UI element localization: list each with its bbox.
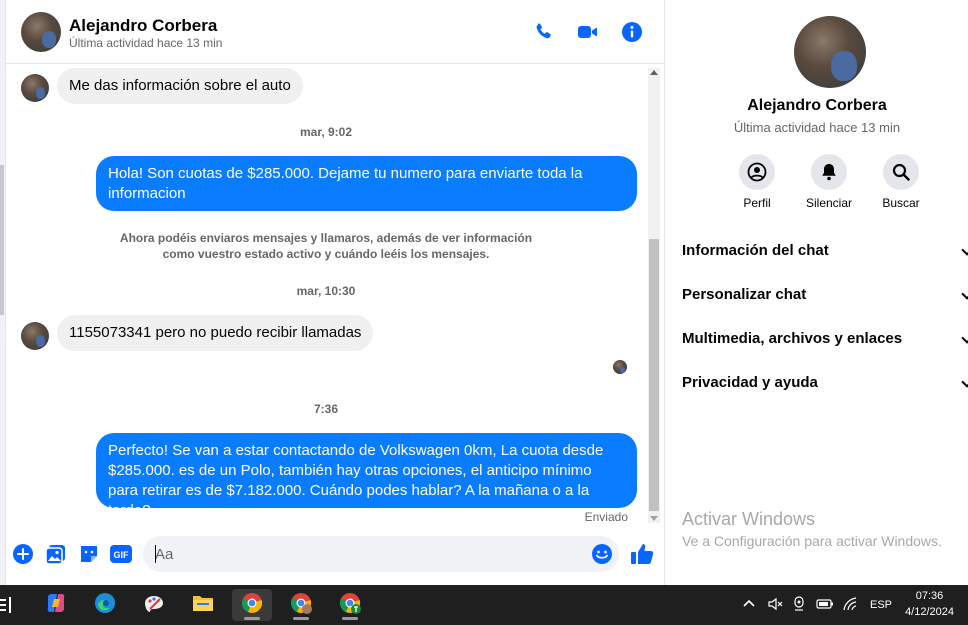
message-scrollbar[interactable] bbox=[648, 68, 660, 523]
video-call-icon[interactable] bbox=[576, 20, 600, 44]
chat-header: Alejandro Corbera Última actividad hace … bbox=[6, 0, 664, 64]
timestamp: mar, 9:02 bbox=[299, 125, 353, 139]
info-contact-name: Alejandro Corbera bbox=[747, 97, 887, 114]
folder-icon bbox=[191, 591, 215, 620]
section-customize-chat-label: Personalizar chat bbox=[682, 286, 807, 303]
clock-date: 4/12/2024 bbox=[905, 606, 954, 618]
sender-avatar[interactable] bbox=[21, 74, 49, 102]
like-icon[interactable] bbox=[629, 542, 655, 566]
chat-pane: Alejandro Corbera Última actividad hace … bbox=[6, 0, 664, 585]
chrome-icon bbox=[240, 591, 264, 620]
photo-icon[interactable] bbox=[45, 543, 67, 565]
message-input[interactable] bbox=[155, 536, 575, 572]
taskbar: ESP 07:36 4/12/2024 bbox=[0, 585, 968, 625]
text-caret bbox=[155, 545, 156, 563]
chrome-t-profile-icon bbox=[338, 591, 362, 620]
scroll-up-arrow-icon[interactable] bbox=[650, 70, 658, 75]
composer: GIF bbox=[6, 527, 664, 585]
taskbar-snipping-tool[interactable] bbox=[134, 589, 174, 621]
camera-icon[interactable] bbox=[792, 595, 808, 615]
language-indicator[interactable]: ESP bbox=[870, 599, 892, 611]
chevron-down-icon bbox=[961, 376, 968, 388]
chrome-profile-icon bbox=[289, 591, 313, 620]
volume-muted-icon[interactable] bbox=[768, 597, 784, 614]
search-button[interactable]: Buscar bbox=[861, 154, 941, 210]
chat-info-panel: Alejandro Corbera Última actividad hace … bbox=[664, 0, 968, 585]
phone-call-icon[interactable] bbox=[532, 20, 556, 44]
message-input-wrapper[interactable] bbox=[143, 536, 619, 572]
open-indicator bbox=[342, 617, 358, 620]
section-media-files-links[interactable]: Multimedia, archivos y enlaces bbox=[682, 330, 968, 366]
wifi-icon[interactable] bbox=[842, 596, 860, 614]
clock[interactable]: 07:36 4/12/2024 bbox=[905, 588, 954, 620]
incoming-message[interactable]: Me das información sobre el auto bbox=[57, 68, 303, 104]
contact-profile-avatar[interactable] bbox=[794, 16, 866, 88]
message-list[interactable]: Me das información sobre el auto mar, 9:… bbox=[6, 64, 664, 527]
contact-name[interactable]: Alejandro Corbera bbox=[69, 16, 217, 36]
chevron-down-icon bbox=[961, 332, 968, 344]
mute-button[interactable]: Silenciar bbox=[789, 154, 869, 210]
contact-avatar[interactable] bbox=[21, 12, 61, 52]
profile-icon bbox=[739, 154, 775, 190]
open-indicator bbox=[293, 617, 309, 620]
taskbar-edge[interactable] bbox=[85, 589, 125, 621]
section-chat-info-label: Información del chat bbox=[682, 242, 829, 259]
taskbar-chrome-profile[interactable] bbox=[281, 589, 321, 621]
active-indicator bbox=[244, 617, 260, 620]
taskbar-file-explorer[interactable] bbox=[183, 589, 223, 621]
seen-indicator-avatar bbox=[613, 360, 627, 374]
left-scroll-bar[interactable] bbox=[0, 165, 4, 315]
delivery-status: Enviado bbox=[584, 510, 628, 524]
mute-label: Silenciar bbox=[805, 196, 853, 210]
snipping-tool-icon bbox=[142, 591, 166, 620]
plus-icon[interactable] bbox=[12, 543, 34, 565]
info-icon[interactable] bbox=[620, 20, 644, 44]
scroll-down-arrow-icon[interactable] bbox=[650, 516, 658, 521]
sender-avatar[interactable] bbox=[21, 322, 49, 350]
emoji-icon[interactable] bbox=[591, 543, 613, 565]
screen: Alejandro Corbera Última actividad hace … bbox=[0, 0, 968, 625]
battery-icon[interactable] bbox=[816, 598, 836, 613]
section-media-files-links-label: Multimedia, archivos y enlaces bbox=[682, 330, 903, 347]
activate-windows-title: Activar Windows bbox=[682, 509, 816, 529]
profile-button[interactable]: Perfil bbox=[717, 154, 797, 210]
profile-label: Perfil bbox=[743, 196, 771, 210]
bell-icon bbox=[811, 154, 847, 190]
scroll-thumb[interactable] bbox=[649, 239, 659, 511]
chevron-up-icon[interactable] bbox=[742, 597, 758, 614]
contact-status: Última actividad hace 13 min bbox=[69, 36, 223, 50]
section-privacy-help-label: Privacidad y ayuda bbox=[682, 374, 818, 391]
section-chat-info[interactable]: Información del chat bbox=[682, 242, 968, 278]
search-icon bbox=[883, 154, 919, 190]
system-notice: Ahora podéis enviaros mensajes y llamaro… bbox=[119, 231, 533, 261]
incoming-message[interactable]: 1155073341 pero no puedo recibir llamada… bbox=[57, 315, 374, 351]
search-label: Buscar bbox=[882, 196, 920, 210]
task-view-icon[interactable] bbox=[0, 597, 14, 613]
outgoing-message[interactable]: Perfecto! Se van a estar contactando de … bbox=[96, 433, 637, 519]
info-contact-status: Última actividad hace 13 min bbox=[733, 120, 901, 135]
section-privacy-help[interactable]: Privacidad y ayuda bbox=[682, 374, 968, 410]
activate-windows-subtitle: Ve a Configuración para activar Windows. bbox=[682, 533, 942, 549]
gif-label: GIF bbox=[114, 550, 130, 560]
timestamp: 7:36 bbox=[313, 402, 339, 416]
sticker-icon[interactable] bbox=[78, 543, 100, 565]
taskbar-copilot[interactable] bbox=[36, 589, 76, 621]
copilot-icon bbox=[44, 591, 68, 620]
clock-time: 07:36 bbox=[915, 590, 944, 602]
taskbar-chrome-active[interactable] bbox=[232, 589, 272, 621]
taskbar-chrome-t[interactable] bbox=[330, 589, 370, 621]
chevron-down-icon bbox=[961, 244, 968, 256]
system-tray: ESP bbox=[742, 585, 892, 625]
gif-icon[interactable]: GIF bbox=[109, 543, 133, 565]
outgoing-message[interactable]: Hola! Son cuotas de $285.000. Dejame tu … bbox=[96, 156, 637, 211]
timestamp: mar, 10:30 bbox=[296, 284, 356, 298]
chevron-down-icon bbox=[961, 288, 968, 300]
edge-icon bbox=[93, 591, 117, 620]
section-customize-chat[interactable]: Personalizar chat bbox=[682, 286, 968, 322]
